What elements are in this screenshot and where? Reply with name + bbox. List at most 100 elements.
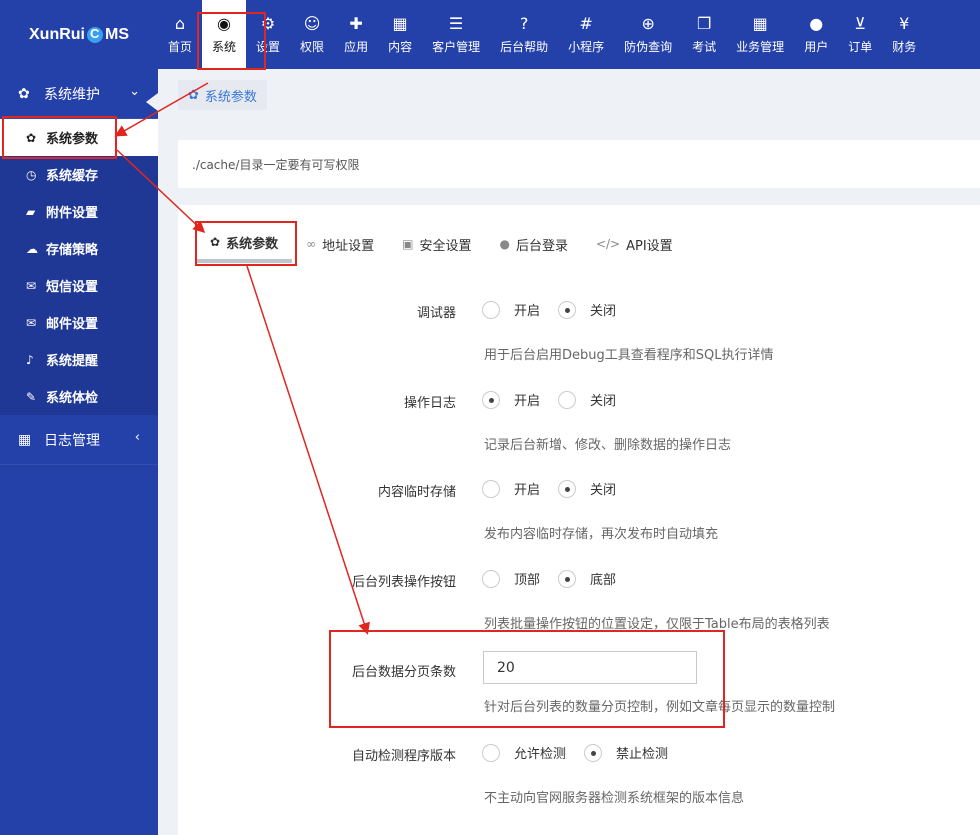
- sidebar-item-4[interactable]: ✉ 短信设置: [0, 267, 158, 304]
- btnpos-label: 后台列表操作按钮: [351, 575, 456, 590]
- settings-tabs: ✿ 系统参数 ∞ 地址设置 ▣ 安全设置 ● 后台登录 </> API设置: [196, 225, 687, 267]
- nav-item-12[interactable]: ● 用户: [794, 0, 838, 69]
- list-icon: ☰: [448, 14, 464, 33]
- nav-item-label: 财务: [892, 40, 917, 54]
- apps-icon: ▦: [752, 14, 768, 33]
- sidebar-item-label: 邮件设置: [46, 317, 99, 332]
- sidebar-item-1[interactable]: ◷ 系统缓存: [0, 156, 158, 193]
- tab-3[interactable]: ● 后台登录: [485, 225, 582, 263]
- search-plus-icon: ⊕: [641, 14, 655, 33]
- nav-item-label: 后台帮助: [500, 40, 549, 54]
- debug-off-radio[interactable]: 关闭: [558, 300, 616, 319]
- radio-label: 关闭: [590, 304, 617, 319]
- sidebar-item-label: 系统缓存: [46, 169, 99, 184]
- tab-4[interactable]: </> API设置: [582, 225, 687, 263]
- envelope-open-icon: ✉: [26, 315, 37, 330]
- nav-item-label: 权限: [300, 40, 325, 54]
- radio-label: 允许检测: [514, 747, 567, 762]
- nav-item-13[interactable]: ⊻ 订单: [838, 0, 882, 69]
- sidebar-item-5[interactable]: ✉ 邮件设置: [0, 304, 158, 341]
- nav-item-1[interactable]: ◉ 系统: [202, 0, 247, 69]
- sidebar-item-6[interactable]: ♪ 系统提醒: [0, 341, 158, 378]
- pagesize-input[interactable]: [483, 651, 697, 684]
- radio-label: 关闭: [590, 394, 617, 409]
- sidebar-submenu: ✿ 系统参数 ◷ 系统缓存 ▰ 附件设置 ☁ 存储策略 ✉ 短信设置 ✉ 邮件设置 ♪ 系统提醒 ✎ 系统体检: [0, 119, 158, 415]
- gear-icon: ✿: [18, 85, 30, 102]
- nav-item-5[interactable]: ▦ 内容: [378, 0, 422, 69]
- cog-icon: ✿: [26, 130, 37, 145]
- wrench-icon: ✎: [26, 389, 37, 404]
- btnpos-bottom-radio[interactable]: 底部: [558, 569, 616, 588]
- nav-item-label: 设置: [256, 40, 281, 54]
- sidebar-item-label: 系统体检: [46, 391, 99, 406]
- puzzle-icon: ✚: [349, 14, 363, 33]
- nav-item-label: 客户管理: [432, 40, 481, 54]
- breadcrumb[interactable]: ✿ 系统参数: [178, 80, 267, 110]
- logo[interactable]: XunRui MS: [0, 0, 158, 69]
- nav-item-7[interactable]: ? 后台帮助: [490, 0, 558, 69]
- radio-dot: [558, 300, 577, 319]
- slack-icon: #: [579, 14, 593, 33]
- clone-icon: ❐: [696, 14, 712, 33]
- sidebar-item-0[interactable]: ✿ 系统参数: [0, 119, 158, 156]
- nav-item-4[interactable]: ✚ 应用: [334, 0, 378, 69]
- sidebar-item-3[interactable]: ☁ 存储策略: [0, 230, 158, 267]
- radio-dot: [482, 569, 500, 588]
- chevron-down-icon: ⌄: [129, 84, 140, 99]
- sidebar-item-7[interactable]: ✎ 系统体检: [0, 378, 158, 415]
- settings-panel: ✿ 系统参数 ∞ 地址设置 ▣ 安全设置 ● 后台登录 </> API设置 调试器 开启 关闭 用…: [178, 205, 980, 835]
- nav-item-11[interactable]: ▦ 业务管理: [726, 0, 794, 69]
- calendar-icon: ▦: [18, 431, 32, 448]
- tab-label: 地址设置: [322, 238, 375, 254]
- sidebar-item-2[interactable]: ▰ 附件设置: [0, 193, 158, 230]
- nav-item-label: 应用: [344, 40, 369, 54]
- question-icon: ?: [519, 14, 529, 33]
- nav-item-2[interactable]: ⚙ 设置: [246, 0, 290, 69]
- tab-1[interactable]: ∞ 地址设置: [292, 225, 388, 263]
- tab-2[interactable]: ▣ 安全设置: [388, 225, 485, 263]
- user-circle-icon: ☺: [303, 14, 321, 33]
- logo-drop-icon: [86, 24, 104, 46]
- home-icon: ⌂: [174, 14, 186, 33]
- nav-item-9[interactable]: ⊕ 防伪查询: [614, 0, 682, 69]
- version-deny-radio[interactable]: 禁止检测: [584, 743, 668, 762]
- nav-item-label: 订单: [848, 40, 873, 54]
- sidebar-item-label: 短信设置: [46, 280, 99, 295]
- radio-label: 底部: [590, 573, 617, 588]
- nav-item-6[interactable]: ☰ 客户管理: [422, 0, 490, 69]
- radio-dot: [482, 300, 500, 319]
- nav-item-3[interactable]: ☺ 权限: [290, 0, 334, 69]
- nav-item-10[interactable]: ❐ 考试: [682, 0, 726, 69]
- nav-item-14[interactable]: ¥ 财务: [882, 0, 926, 69]
- nav-item-label: 系统: [212, 40, 237, 54]
- btnpos-top-radio[interactable]: 顶部: [482, 569, 540, 588]
- draft-label: 内容临时存储: [377, 485, 456, 500]
- globe-icon: ◉: [217, 14, 231, 33]
- cog-icon: ✿: [188, 87, 199, 103]
- sidebar-group-label: 日志管理: [44, 432, 100, 449]
- nav-item-8[interactable]: # 小程序: [558, 0, 614, 69]
- oplog-on-radio[interactable]: 开启: [482, 390, 540, 409]
- sidebar-group-log-management[interactable]: ▦ 日志管理 ‹: [0, 415, 158, 465]
- tab-0[interactable]: ✿ 系统参数: [196, 225, 293, 263]
- sidebar-group-system-maintenance[interactable]: ✿ 系统维护 ⌄: [0, 69, 158, 119]
- radio-dot: [558, 390, 577, 409]
- breadcrumb-label: 系统参数: [204, 89, 257, 105]
- nav-item-0[interactable]: ⌂ 首页: [158, 0, 202, 69]
- cloud-icon: ☁: [26, 241, 38, 256]
- notice-bar: ./cache/目录一定要有可写权限: [178, 140, 980, 188]
- tab-label: 系统参数: [226, 236, 279, 252]
- yen-icon: ¥: [899, 14, 910, 33]
- draft-off-radio[interactable]: 关闭: [558, 479, 616, 498]
- debug-on-radio[interactable]: 开启: [482, 300, 540, 319]
- pagesize-label: 后台数据分页条数: [351, 665, 456, 680]
- draft-on-radio[interactable]: 开启: [482, 479, 540, 498]
- link-icon: ∞: [306, 237, 317, 251]
- oplog-off-radio[interactable]: 关闭: [558, 390, 616, 409]
- version-allow-radio[interactable]: 允许检测: [482, 743, 566, 762]
- logo-text-pre: XunRui: [29, 25, 85, 43]
- radio-dot: [482, 479, 500, 498]
- radio-label: 关闭: [590, 483, 617, 498]
- oplog-help: 记录后台新增、修改、删除数据的操作日志: [484, 438, 732, 453]
- cog-icon: ✿: [210, 235, 221, 249]
